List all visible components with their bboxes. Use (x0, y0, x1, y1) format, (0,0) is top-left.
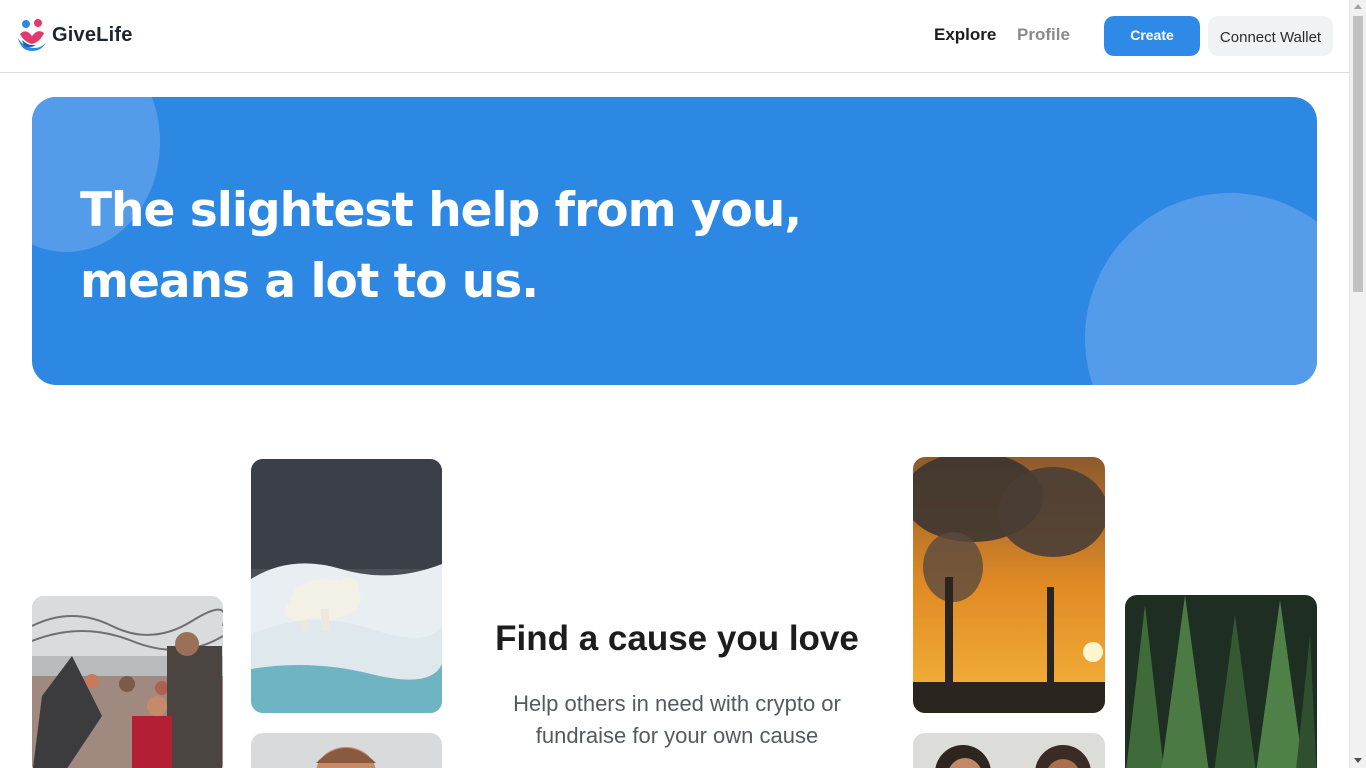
scrollbar-thumb[interactable] (1353, 16, 1363, 292)
hero-title: The slightest help from you, means a lot… (80, 175, 880, 317)
people-photo (913, 733, 1105, 768)
connect-wallet-button[interactable]: Connect Wallet (1208, 16, 1333, 56)
person-photo (251, 733, 442, 768)
logo-text: GiveLife (52, 23, 133, 46)
hero-decorative-circle (1085, 193, 1317, 385)
hero-title-line: means a lot to us. (80, 254, 539, 309)
cause-subtitle-line: Help others in need with crypto or (513, 691, 841, 716)
forest-photo (1125, 595, 1317, 768)
page-scrollbar[interactable] (1349, 0, 1366, 768)
hero-title-line: The slightest help from you, (80, 183, 802, 238)
create-button[interactable]: Create (1104, 16, 1200, 56)
givelife-logo-icon (18, 19, 46, 51)
logo[interactable]: GiveLife (16, 18, 133, 52)
scroll-up-arrow-icon[interactable] (1354, 4, 1362, 9)
factory-smoke-photo (913, 457, 1105, 713)
cause-subtitle: Help others in need with crypto or fundr… (472, 688, 882, 752)
polar-bear-photo (251, 459, 442, 713)
cause-title: Find a cause you love (495, 619, 859, 658)
refugee-photo (32, 596, 223, 768)
nav-explore-link[interactable]: Explore (934, 25, 996, 45)
cause-subtitle-line: fundraise for your own cause (535, 723, 819, 748)
nav-profile-link[interactable]: Profile (1017, 25, 1070, 45)
top-navbar: GiveLife Explore Profile Create Connect … (0, 0, 1349, 73)
scroll-down-arrow-icon[interactable] (1354, 758, 1362, 763)
hero-banner: The slightest help from you, means a lot… (32, 97, 1317, 385)
